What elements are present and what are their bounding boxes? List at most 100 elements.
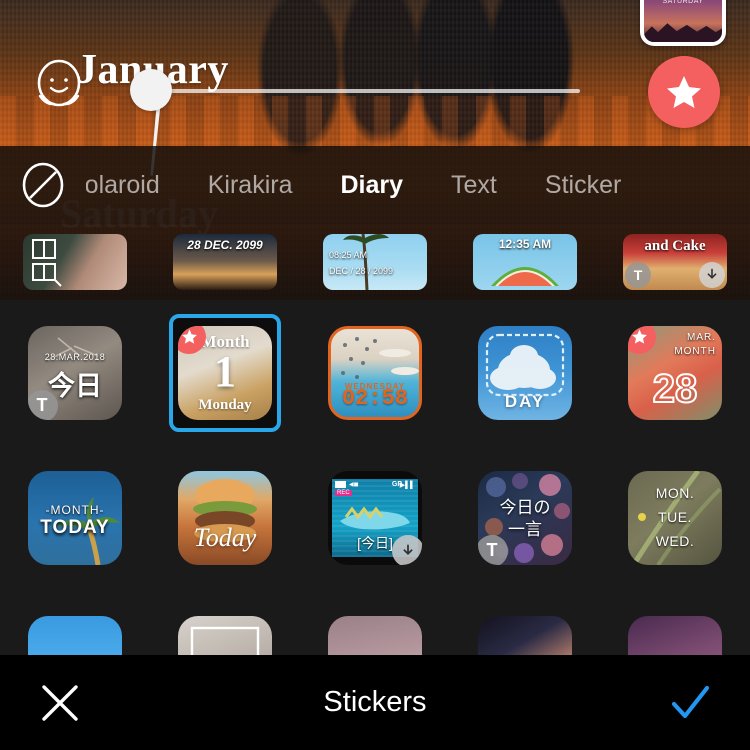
tile-art[interactable] <box>628 615 722 655</box>
recent-stickers-row[interactable]: 28 DEC. 2099 08:25 AM DEC / 28 / 2099 12… <box>0 224 750 300</box>
sticker-tile-3[interactable]: WEDNESDAY 02:58 <box>300 300 450 445</box>
text-badge[interactable]: T <box>28 389 58 420</box>
recent-5-caption: and Cake <box>644 238 706 254</box>
tile-art[interactable]: ◀◼ REC GP ▶▌▌ [今日] <box>328 470 422 565</box>
sticker-preview-art: 10:00 SATURDAY <box>644 0 722 42</box>
tile-5-line3: 28 <box>652 366 699 412</box>
tab-text[interactable]: Text <box>427 171 521 200</box>
sticker-tile-5[interactable]: MAR. MONTH 28 <box>600 300 750 445</box>
bottom-action-bar[interactable]: Stickers <box>0 655 750 750</box>
tile-art[interactable]: Today <box>178 470 272 565</box>
tile-art[interactable]: MON. TUE. WED. <box>628 470 722 565</box>
sticker-tile-6[interactable]: -MONTH- TODAY <box>0 445 150 590</box>
preview-hills <box>644 23 722 42</box>
recent-3-caption2: DEC / 28 / 2099 <box>329 266 394 276</box>
sticker-tile-13[interactable] <box>300 590 450 655</box>
recent-thumb[interactable] <box>23 234 127 290</box>
tile-art[interactable]: 今日の 一言 T <box>478 470 572 565</box>
video-hud-left: ◀◼ <box>335 480 359 488</box>
sticker-tile-15[interactable] <box>600 590 750 655</box>
tile-5-line2: MONTH <box>674 345 716 357</box>
tab-sticker[interactable]: Sticker <box>521 171 645 200</box>
sticker-picker-screen: Saturday January 10:00 SATURDAY <box>0 0 750 750</box>
recent-3-art <box>343 234 389 290</box>
page-title: Stickers <box>323 686 427 718</box>
preview-subtitle-text: SATURDAY <box>662 0 704 5</box>
sticker-tile-8[interactable]: ◀◼ REC GP ▶▌▌ [今日] <box>300 445 450 590</box>
sticker-tile-12[interactable] <box>150 590 300 655</box>
sticker-tile-11[interactable] <box>0 590 150 655</box>
sticker-size-slider[interactable] <box>130 69 580 94</box>
check-icon <box>671 685 710 718</box>
tab-diary[interactable]: Diary <box>316 171 427 200</box>
tile-art[interactable]: -MONTH- TODAY <box>28 470 122 565</box>
tile-art[interactable]: Month 1 Monday <box>178 325 272 420</box>
tile-5-line1: MAR. <box>687 331 716 343</box>
recent-item-1[interactable] <box>0 234 150 290</box>
recent-item-5[interactable]: and Cake T <box>600 234 750 290</box>
tile-10-line3: WED. <box>655 532 695 549</box>
tab-none-button[interactable] <box>0 161 86 209</box>
tab-kirakira[interactable]: Kirakira <box>184 171 317 200</box>
download-badge[interactable] <box>699 262 725 288</box>
tab-polaroid[interactable]: Polaroid <box>86 171 184 200</box>
text-badge[interactable]: T <box>478 534 508 565</box>
smiley-face-icon[interactable] <box>32 58 86 112</box>
category-tab-bar[interactable]: Polaroid Kirakira Diary Text Sticker <box>0 146 750 224</box>
no-symbol-icon <box>22 162 64 208</box>
tile-10-line2: TUE. <box>658 508 692 525</box>
sticker-grid[interactable]: 28.MAR.2018 今日 T Month 1 Monday WEDNESDA… <box>0 300 750 655</box>
close-icon <box>42 684 78 721</box>
tile-art[interactable]: WEDNESDAY 02:58 <box>328 325 422 420</box>
confirm-button[interactable] <box>630 680 750 726</box>
slider-track[interactable] <box>140 89 580 93</box>
tile-2-line3: Monday <box>198 396 252 413</box>
download-arrow-icon <box>707 268 717 279</box>
slider-thumb[interactable] <box>130 69 172 111</box>
recent-thumb[interactable]: and Cake T <box>623 234 727 290</box>
recent-item-4[interactable]: 12:35 AM <box>450 234 600 290</box>
tile-art[interactable] <box>178 615 272 655</box>
star-icon <box>181 329 197 344</box>
sticker-preview-card[interactable]: 10:00 SATURDAY <box>640 0 726 46</box>
tile-art[interactable]: DAY <box>478 325 572 420</box>
frame-art <box>190 626 260 655</box>
tile-4-line1: DAY <box>504 391 546 411</box>
sticker-tile-7[interactable]: Today <box>150 445 300 590</box>
tile-art[interactable]: 28.MAR.2018 今日 T <box>28 325 122 420</box>
download-badge[interactable] <box>392 534 422 565</box>
tile-8-line1: REC <box>335 489 352 496</box>
recent-2-caption: 28 DEC. 2099 <box>187 238 263 252</box>
sticker-grid-row: 28.MAR.2018 今日 T Month 1 Monday WEDNESDA… <box>0 300 750 445</box>
star-badge[interactable] <box>628 325 656 354</box>
tile-10-line1: MON. <box>655 484 695 501</box>
tile-art[interactable]: MAR. MONTH 28 <box>628 325 722 420</box>
recent-thumb[interactable]: 12:35 AM <box>473 234 577 290</box>
recent-4-caption: 12:35 AM <box>498 237 552 251</box>
tab-list[interactable]: Polaroid Kirakira Diary Text Sticker <box>86 146 750 224</box>
tile-7-line1: Today <box>193 522 257 552</box>
sticker-tile-9[interactable]: 今日の 一言 T <box>450 445 600 590</box>
star-icon <box>667 76 701 108</box>
recent-item-3[interactable]: 08:25 AM DEC / 28 / 2099 <box>300 234 450 290</box>
download-arrow-icon <box>403 544 413 555</box>
tile-art[interactable] <box>478 615 572 655</box>
tile-1-line1: 28.MAR.2018 <box>44 351 106 362</box>
sticker-tile-2[interactable]: Month 1 Monday <box>150 300 300 445</box>
sticker-tile-4[interactable]: DAY <box>450 300 600 445</box>
sticker-tile-1[interactable]: 28.MAR.2018 今日 T <box>0 300 150 445</box>
recent-item-2[interactable]: 28 DEC. 2099 <box>150 234 300 290</box>
star-icon <box>631 329 647 344</box>
tile-3-line2: 02:58 <box>341 385 408 411</box>
sticker-tile-14[interactable] <box>450 590 600 655</box>
sticker-tile-10[interactable]: MON. TUE. WED. <box>600 445 750 590</box>
recent-thumb[interactable]: 28 DEC. 2099 <box>173 234 277 290</box>
recent-1-art <box>32 239 62 287</box>
recent-thumb[interactable]: 08:25 AM DEC / 28 / 2099 <box>323 234 427 290</box>
tile-art[interactable] <box>28 615 122 655</box>
tile-6-line1: -MONTH- <box>45 502 105 517</box>
favorite-star-button[interactable] <box>648 56 720 128</box>
tile-art[interactable] <box>328 615 422 655</box>
close-button[interactable] <box>0 681 120 725</box>
text-badge[interactable]: T <box>625 262 651 288</box>
